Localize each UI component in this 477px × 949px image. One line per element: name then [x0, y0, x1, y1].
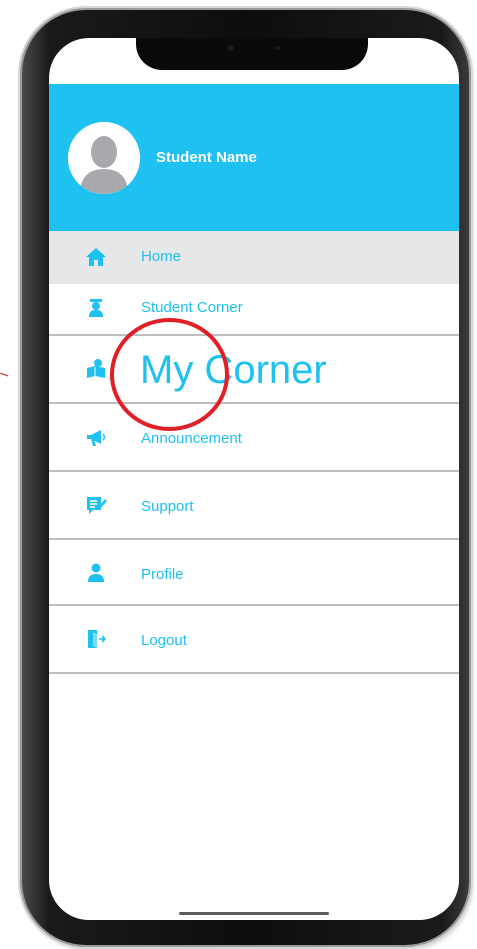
- avatar-icon: [68, 122, 140, 194]
- menu-item-logout[interactable]: Logout: [49, 606, 459, 672]
- annotation-circle: [110, 318, 229, 431]
- menu-item-label: Logout: [141, 632, 187, 649]
- home-icon: [86, 248, 106, 266]
- menu-item-label: Announcement: [141, 430, 242, 447]
- app-screen: Student Name Home Student Corner Announc…: [49, 38, 459, 920]
- reader-icon: [87, 359, 105, 378]
- megaphone-icon: [87, 430, 106, 446]
- graduate-icon: [89, 299, 103, 317]
- annotation-arrow-icon: [0, 373, 8, 377]
- logout-icon: [88, 630, 107, 648]
- menu-item-label: Support: [141, 498, 194, 515]
- profile-icon: [88, 563, 104, 582]
- menu-item-label: Home: [141, 248, 182, 265]
- menu-item-student-corner[interactable]: Student Corner: [49, 284, 459, 334]
- sensor-icon: [276, 46, 280, 50]
- home-indicator[interactable]: [179, 912, 329, 915]
- menu-item-label: Student Corner: [141, 299, 243, 316]
- menu-item-label: Profile: [141, 566, 184, 583]
- camera-icon: [228, 45, 234, 51]
- divider: [49, 672, 459, 674]
- menu-item-announcement[interactable]: Announcement: [49, 404, 459, 470]
- menu-item-profile[interactable]: Profile: [49, 540, 459, 606]
- avatar[interactable]: [68, 122, 140, 194]
- support-icon: [87, 497, 107, 514]
- profile-header: Student Name: [49, 84, 459, 231]
- menu-item-home[interactable]: Home: [49, 231, 459, 284]
- phone-notch: [136, 38, 368, 70]
- student-name: Student Name: [156, 149, 257, 166]
- menu-item-support[interactable]: Support: [49, 472, 459, 538]
